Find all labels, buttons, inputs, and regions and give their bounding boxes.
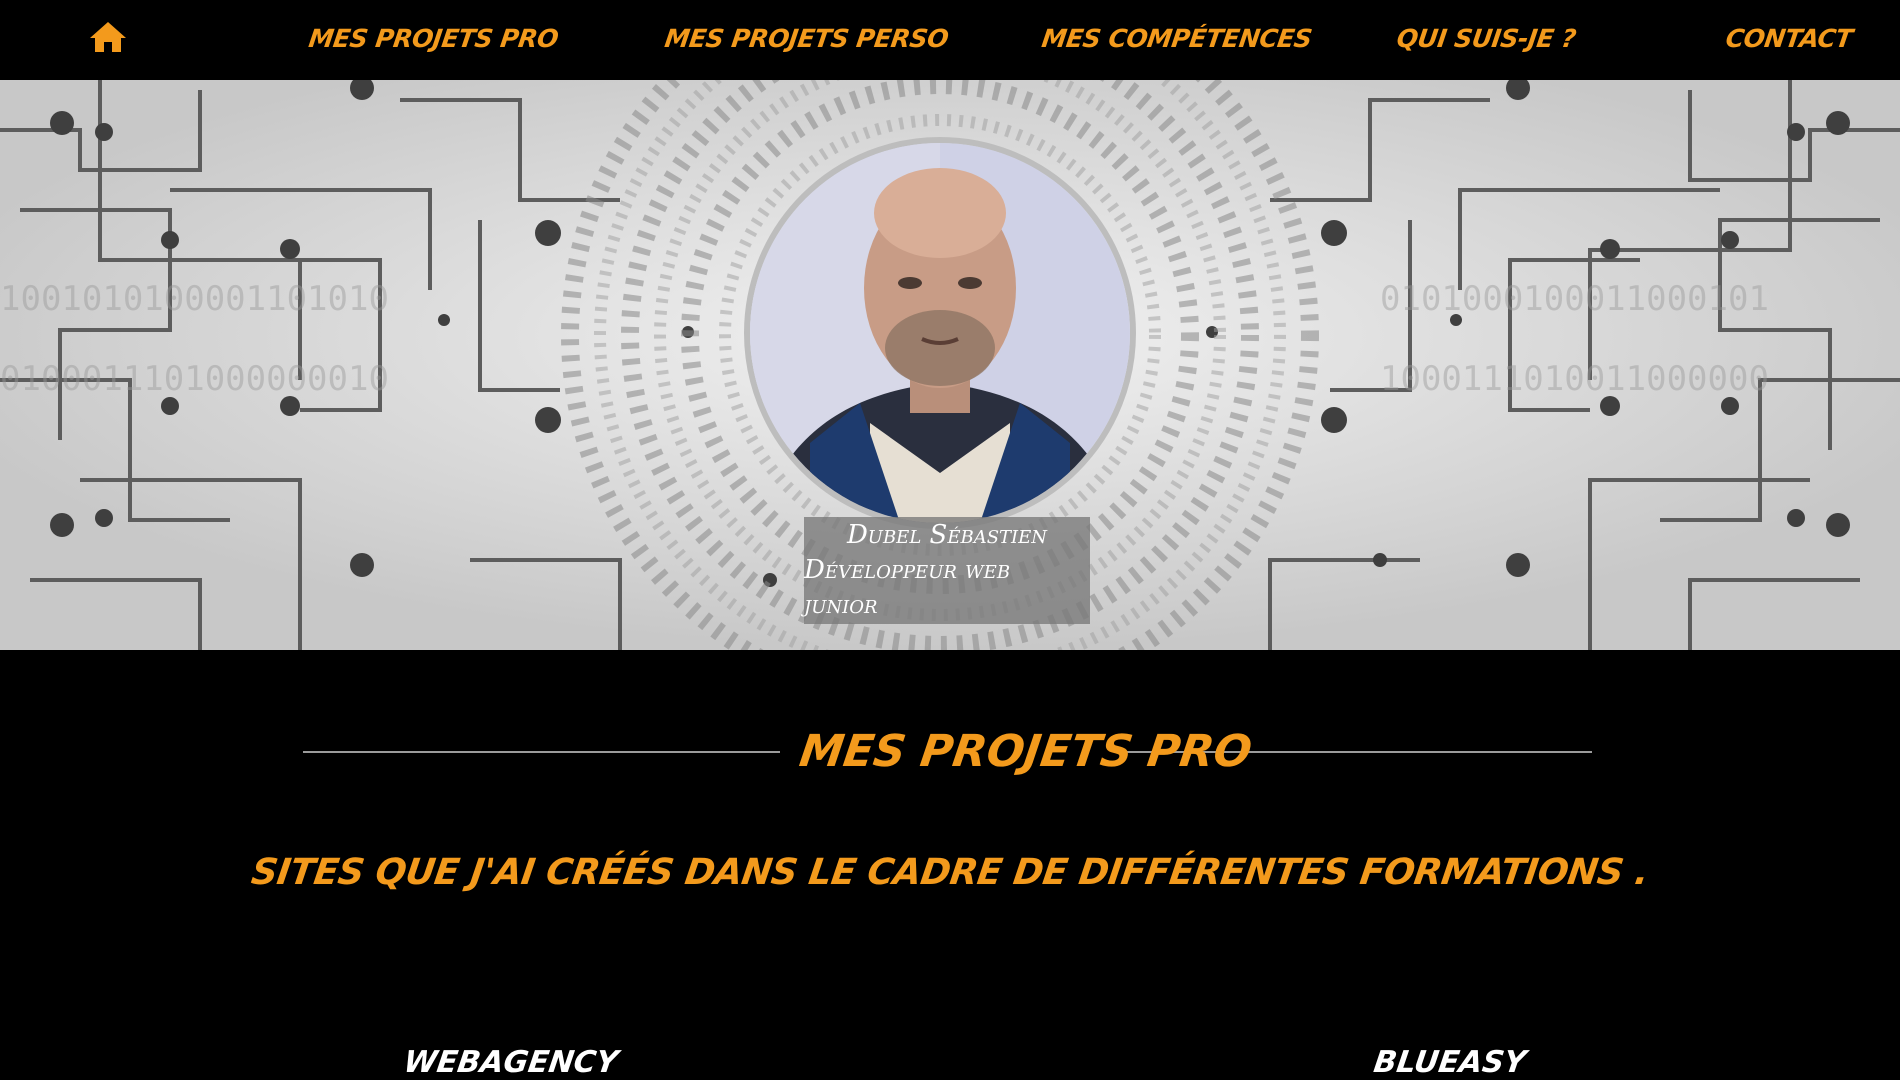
- hero-banner: 1001010100001101010 0101000100011000101 …: [0, 80, 1900, 650]
- nav-item-projets-perso[interactable]: Mes projets perso: [663, 24, 950, 53]
- project-blueasy[interactable]: BluEasy: [1372, 1045, 1529, 1080]
- profile-role: Développeur web junior: [804, 555, 1011, 620]
- svg-text:0100011101000000010: 0100011101000000010: [0, 359, 389, 399]
- top-navbar: Mes projets pro Mes projets perso Mes co…: [0, 0, 1900, 80]
- section-subtitle: Sites que j'ai créés dans le cadre de di…: [248, 852, 1652, 893]
- projects-section: Mes projets pro Sites que j'ai créés dan…: [0, 650, 1900, 1080]
- project-webagency[interactable]: WebAgency: [402, 1045, 621, 1080]
- nav-item-contact[interactable]: Contact: [1724, 24, 1854, 53]
- svg-text:1000111010011000000: 1000111010011000000: [1380, 359, 1769, 399]
- profile-photo: [744, 137, 1136, 529]
- svg-text:1001010100001101010: 1001010100001101010: [0, 279, 389, 319]
- nav-item-qui-suis-je[interactable]: Qui suis-je ?: [1395, 24, 1578, 53]
- profile-card: Dubel Sébastien Développeur web junior: [804, 517, 1090, 624]
- svg-text:0101000100011000101: 0101000100011000101: [1380, 279, 1769, 319]
- home-icon[interactable]: [88, 20, 128, 54]
- profile-name: Dubel Sébastien: [846, 520, 1048, 550]
- title-divider-left: [303, 751, 780, 753]
- nav-item-projets-pro[interactable]: Mes projets pro: [307, 24, 560, 53]
- nav-item-competences[interactable]: Mes compétences: [1040, 24, 1314, 53]
- section-title: Mes projets pro: [796, 726, 1255, 777]
